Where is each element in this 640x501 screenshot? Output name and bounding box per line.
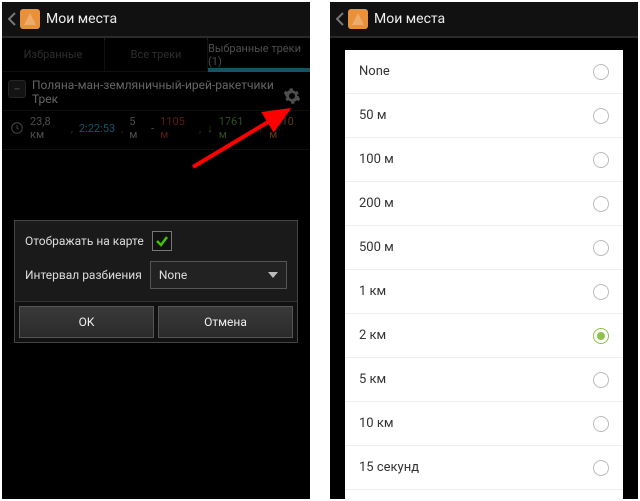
stat-s3: 1761 м: [219, 115, 252, 141]
radio-icon: [593, 240, 609, 256]
stat-time: 2:22:53: [79, 122, 115, 135]
picker-option[interactable]: 500 м: [345, 226, 623, 270]
radio-icon: [593, 108, 609, 124]
track-stats: 23,8 км, 2:22:53, 5 м - 1105 м, ↓ 1761 м…: [2, 111, 310, 150]
gear-icon[interactable]: [280, 84, 304, 108]
interval-picker: None 50 м 100 м 200 м 500 м 1 км 2 км 5 …: [345, 50, 623, 499]
ok-button[interactable]: OK: [19, 306, 154, 338]
radio-icon: [593, 372, 609, 388]
picker-option[interactable]: 2 км: [345, 314, 623, 358]
radio-icon: [593, 284, 609, 300]
actionbar: Мои места: [330, 2, 638, 38]
track-title: Поляна-ман-земляничный-ирей-ракетчики: [32, 78, 274, 92]
radio-icon: [593, 460, 609, 476]
picker-option[interactable]: 5 км: [345, 358, 623, 402]
back-icon[interactable]: [334, 8, 346, 30]
radio-icon: [593, 416, 609, 432]
picker-option[interactable]: 10 км: [345, 402, 623, 446]
phone-left: Мои места Избранные Все треки Выбранные …: [2, 2, 310, 499]
stat-s4: 1010 м: [269, 115, 302, 141]
track-subtitle: Трек: [32, 92, 274, 106]
app-icon: [348, 9, 368, 29]
split-interval-label: Интервал разбиения: [25, 268, 142, 282]
picker-option[interactable]: 200 м: [345, 182, 623, 226]
radio-icon: [593, 328, 609, 344]
show-on-map-label: Отображать на карте: [25, 234, 144, 248]
app-icon: [20, 9, 40, 29]
picker-option[interactable]: 50 м: [345, 94, 623, 138]
page-title: Мои места: [374, 11, 445, 27]
split-interval-value: None: [159, 268, 187, 282]
stat-s1: 5 м: [129, 115, 145, 141]
track-main: Поляна-ман-земляничный-ирей-ракетчики Тр…: [32, 78, 274, 106]
radio-icon: [593, 196, 609, 212]
picker-option[interactable]: 15 секунд: [345, 446, 623, 490]
track-row[interactable]: − Поляна-ман-земляничный-ирей-ракетчики …: [2, 72, 310, 111]
show-on-map-checkbox[interactable]: [152, 231, 172, 251]
arrow-up-icon: ↑: [258, 122, 264, 135]
clock-icon: [10, 121, 24, 135]
picker-option[interactable]: 100 м: [345, 138, 623, 182]
tab-all-tracks[interactable]: Все треки: [105, 38, 208, 71]
tab-selected-tracks[interactable]: Выбранные треки (1): [208, 38, 310, 71]
tabs: Избранные Все треки Выбранные треки (1): [2, 38, 310, 72]
cancel-button[interactable]: Отмена: [158, 306, 293, 338]
tab-favorites[interactable]: Избранные: [2, 38, 105, 71]
arrow-down-icon: ↓: [207, 122, 213, 135]
stat-distance: 23,8 км: [30, 115, 65, 141]
settings-dialog: Отображать на карте Интервал разбиения N…: [14, 220, 298, 343]
picker-option[interactable]: None: [345, 50, 623, 94]
split-interval-spinner[interactable]: None: [150, 261, 287, 289]
track-checkbox[interactable]: −: [8, 80, 26, 98]
radio-icon: [593, 64, 609, 80]
radio-icon: [593, 152, 609, 168]
stat-s2: 1105 м: [160, 115, 193, 141]
picker-option[interactable]: 1 км: [345, 270, 623, 314]
actionbar: Мои места: [2, 2, 310, 38]
back-icon[interactable]: [6, 8, 18, 30]
page-title: Мои места: [46, 11, 117, 27]
chevron-down-icon: [268, 272, 278, 278]
phone-right: Мои места None 50 м 100 м 200 м 500 м 1 …: [330, 2, 638, 499]
